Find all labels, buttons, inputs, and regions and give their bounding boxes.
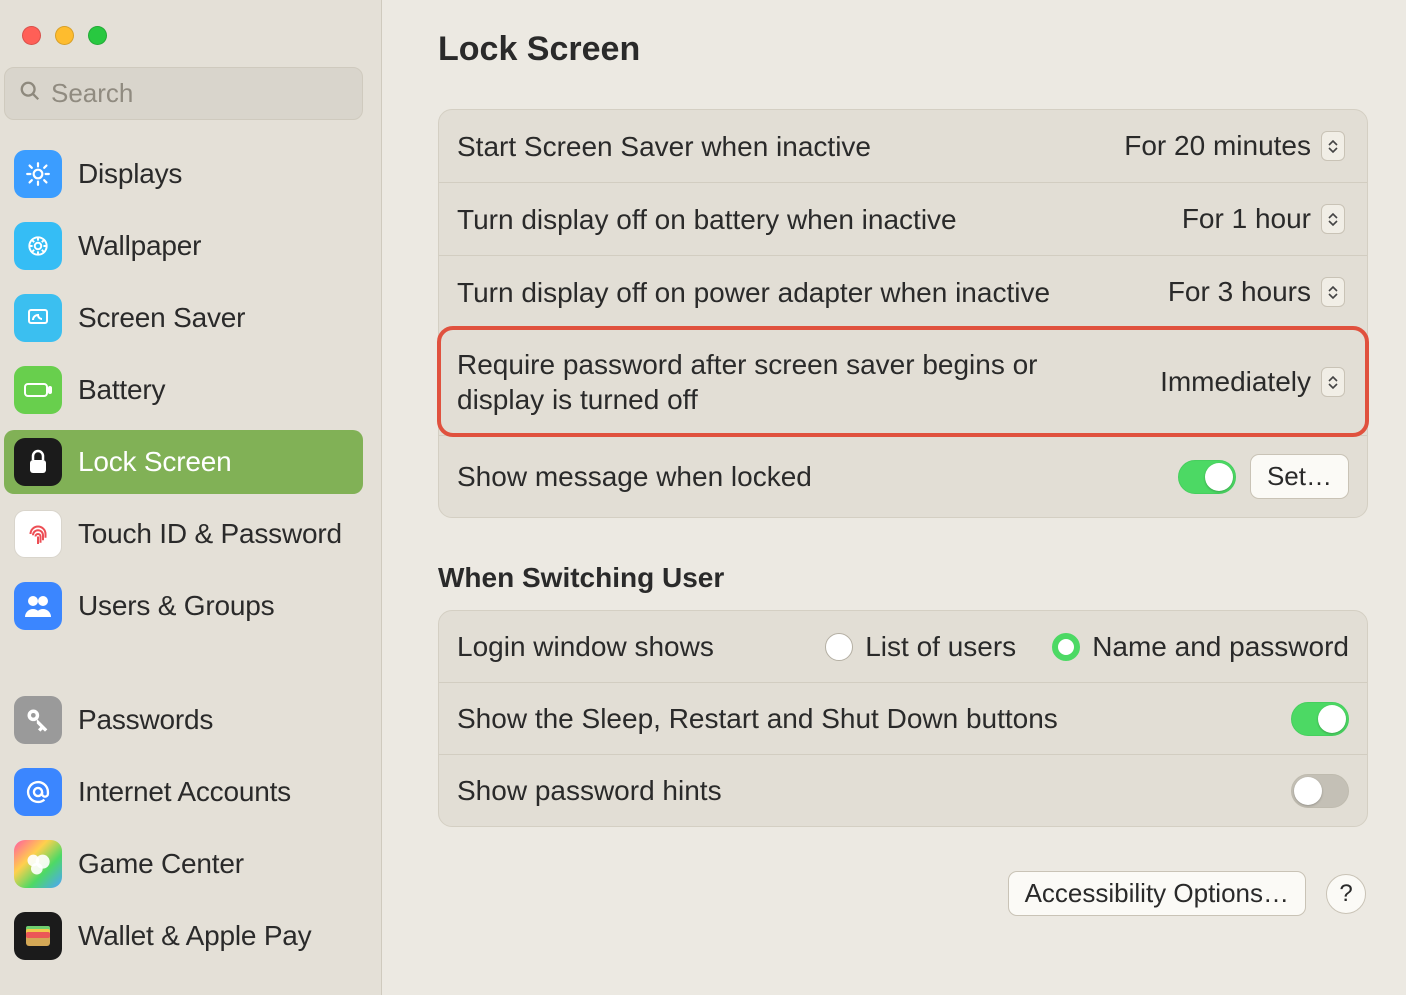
section-heading: When Switching User <box>438 562 1368 594</box>
row-password-hints: Show password hints <box>439 754 1367 826</box>
sidebar-list: Displays Wallpaper Screen Saver Battery <box>0 134 381 995</box>
sidebar-item-game-center[interactable]: Game Center <box>4 832 363 896</box>
accessibility-options-button[interactable]: Accessibility Options… <box>1008 871 1306 916</box>
sidebar-item-label: Screen Saver <box>78 302 245 334</box>
row-require-password: Require password after screen saver begi… <box>439 328 1367 435</box>
row-label: Require password after screen saver begi… <box>457 347 1097 417</box>
row-label: Show password hints <box>457 773 722 808</box>
set-message-button[interactable]: Set… <box>1250 454 1349 499</box>
chevron-up-down-icon <box>1321 204 1345 234</box>
search-icon <box>19 80 41 107</box>
sidebar-item-label: Touch ID & Password <box>78 518 342 550</box>
at-sign-icon <box>14 768 62 816</box>
chevron-up-down-icon <box>1321 277 1345 307</box>
sidebar-item-battery[interactable]: Battery <box>4 358 363 422</box>
sidebar-item-label: Wallet & Apple Pay <box>78 920 311 952</box>
sidebar-item-passwords[interactable]: Passwords <box>4 688 363 752</box>
require-password-dropdown[interactable]: Immediately <box>1150 364 1349 400</box>
game-center-icon <box>14 840 62 888</box>
displays-icon <box>14 150 62 198</box>
page-title: Lock Screen <box>438 30 1368 69</box>
row-label: Start Screen Saver when inactive <box>457 129 871 164</box>
sidebar-item-label: Game Center <box>78 848 244 880</box>
main-content: Lock Screen Start Screen Saver when inac… <box>382 0 1406 995</box>
search-input[interactable] <box>51 78 348 109</box>
sidebar-item-label: Internet Accounts <box>78 776 291 808</box>
minimize-window-button[interactable] <box>55 26 74 45</box>
sidebar-item-displays[interactable]: Displays <box>4 142 363 206</box>
dropdown-value: For 3 hours <box>1168 276 1311 308</box>
radio-icon <box>825 633 853 661</box>
row-label: Show message when locked <box>457 459 812 494</box>
show-message-toggle[interactable] <box>1178 460 1236 494</box>
row-label: Login window shows <box>457 629 714 664</box>
screen-saver-dropdown[interactable]: For 20 minutes <box>1114 128 1349 164</box>
radio-list-of-users[interactable]: List of users <box>825 631 1016 663</box>
row-label: Show the Sleep, Restart and Shut Down bu… <box>457 701 1058 736</box>
sidebar-item-label: Passwords <box>78 704 213 736</box>
dropdown-value: For 1 hour <box>1182 203 1311 235</box>
wallet-icon <box>14 912 62 960</box>
sidebar-item-users-groups[interactable]: Users & Groups <box>4 574 363 638</box>
sidebar-item-touch-id[interactable]: Touch ID & Password <box>4 502 363 566</box>
row-display-off-power: Turn display off on power adapter when i… <box>439 255 1367 328</box>
sidebar-item-label: Users & Groups <box>78 590 274 622</box>
row-label: Turn display off on battery when inactiv… <box>457 202 957 237</box>
footer: Accessibility Options… ? <box>438 871 1368 916</box>
dropdown-value: Immediately <box>1160 366 1311 398</box>
sidebar-item-label: Battery <box>78 374 165 406</box>
sidebar-item-wallet[interactable]: Wallet & Apple Pay <box>4 904 363 968</box>
close-window-button[interactable] <box>22 26 41 45</box>
window-controls <box>0 12 381 67</box>
sidebar-item-internet-accounts[interactable]: Internet Accounts <box>4 760 363 824</box>
sidebar-item-label: Displays <box>78 158 182 190</box>
login-window-radio-group: List of users Name and password <box>825 631 1349 663</box>
row-login-window: Login window shows List of users Name an… <box>439 611 1367 682</box>
radio-icon <box>1052 633 1080 661</box>
screen-saver-icon <box>14 294 62 342</box>
sidebar-item-lock-screen[interactable]: Lock Screen <box>4 430 363 494</box>
lock-icon <box>14 438 62 486</box>
sidebar-item-wallpaper[interactable]: Wallpaper <box>4 214 363 278</box>
display-battery-dropdown[interactable]: For 1 hour <box>1172 201 1349 237</box>
help-button[interactable]: ? <box>1326 874 1366 914</box>
chevron-up-down-icon <box>1321 131 1345 161</box>
row-display-off-battery: Turn display off on battery when inactiv… <box>439 182 1367 255</box>
wallpaper-icon <box>14 222 62 270</box>
sleep-buttons-toggle[interactable] <box>1291 702 1349 736</box>
sidebar: Displays Wallpaper Screen Saver Battery <box>0 0 382 995</box>
password-hints-toggle[interactable] <box>1291 774 1349 808</box>
chevron-up-down-icon <box>1321 367 1345 397</box>
dropdown-value: For 20 minutes <box>1124 130 1311 162</box>
search-field[interactable] <box>4 67 363 120</box>
row-sleep-restart-shutdown: Show the Sleep, Restart and Shut Down bu… <box>439 682 1367 754</box>
users-icon <box>14 582 62 630</box>
row-show-message-locked: Show message when locked Set… <box>439 435 1367 517</box>
row-label: Turn display off on power adapter when i… <box>457 275 1050 310</box>
radio-label: List of users <box>865 631 1016 663</box>
radio-name-and-password[interactable]: Name and password <box>1052 631 1349 663</box>
sidebar-item-label: Lock Screen <box>78 446 231 478</box>
row-screen-saver-inactive: Start Screen Saver when inactive For 20 … <box>439 110 1367 182</box>
fullscreen-window-button[interactable] <box>88 26 107 45</box>
key-icon <box>14 696 62 744</box>
touch-id-icon <box>14 510 62 558</box>
sidebar-item-screen-saver[interactable]: Screen Saver <box>4 286 363 350</box>
battery-icon <box>14 366 62 414</box>
display-power-dropdown[interactable]: For 3 hours <box>1158 274 1349 310</box>
settings-panel-2: Login window shows List of users Name an… <box>438 610 1368 827</box>
sidebar-item-label: Wallpaper <box>78 230 201 262</box>
settings-panel-1: Start Screen Saver when inactive For 20 … <box>438 109 1368 518</box>
radio-label: Name and password <box>1092 631 1349 663</box>
